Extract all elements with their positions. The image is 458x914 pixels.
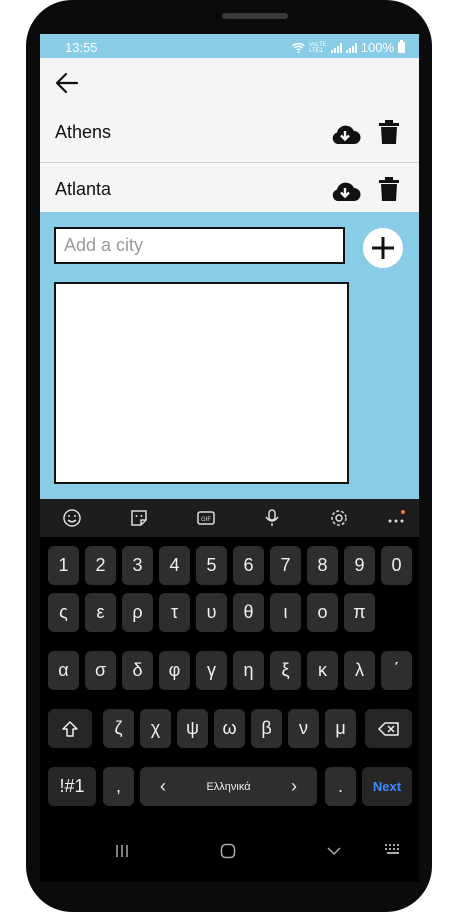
city-row[interactable]: Atlanta — [40, 163, 419, 219]
key[interactable]: λ — [344, 651, 375, 690]
key[interactable]: ε — [85, 593, 116, 632]
navigation-bar — [40, 822, 419, 882]
period-key[interactable]: . — [325, 767, 356, 806]
key[interactable]: ω — [214, 709, 245, 748]
trash-icon[interactable] — [379, 120, 399, 144]
trash-icon[interactable] — [379, 177, 399, 201]
back-arrow-icon[interactable] — [54, 70, 80, 96]
key[interactable]: ο — [307, 593, 338, 632]
status-icons: VoLTE LTE1 100% — [292, 40, 405, 55]
keyboard-toolbar: GIF — [40, 499, 419, 537]
key[interactable]: 7 — [270, 546, 301, 585]
key[interactable]: ΄ — [381, 651, 412, 690]
key[interactable]: τ — [159, 593, 190, 632]
key[interactable]: β — [251, 709, 282, 748]
comma-key[interactable]: , — [103, 767, 134, 806]
key[interactable]: α — [48, 651, 79, 690]
key[interactable]: 3 — [122, 546, 153, 585]
language-label: Ελληνικά — [206, 780, 251, 793]
key[interactable]: 9 — [344, 546, 375, 585]
symbols-key[interactable]: !#1 — [48, 767, 96, 806]
shift-key[interactable] — [48, 709, 92, 748]
signal-icon-2 — [345, 42, 357, 53]
shift-icon — [62, 720, 78, 737]
recent-apps-icon[interactable] — [114, 843, 130, 859]
backspace-icon — [377, 721, 399, 736]
space-key[interactable]: ‹ Ελληνικά › — [140, 767, 317, 806]
keyboard-hide-icon[interactable] — [384, 843, 402, 857]
keyboard: 1 2 3 4 5 6 7 8 9 0 ς ε ρ τ υ θ ι ο π α … — [40, 537, 419, 822]
key[interactable]: 0 — [381, 546, 412, 585]
city-row[interactable]: Athens — [40, 106, 419, 163]
city-name: Atlanta — [55, 179, 112, 199]
add-city-input[interactable] — [54, 227, 345, 264]
right-arrow: › — [291, 776, 297, 796]
key[interactable]: θ — [233, 593, 264, 632]
settings-gear-icon[interactable] — [329, 508, 349, 528]
home-icon[interactable] — [220, 843, 236, 859]
left-arrow: ‹ — [160, 776, 166, 796]
key[interactable]: δ — [122, 651, 153, 690]
key[interactable]: 8 — [307, 546, 338, 585]
key[interactable]: γ — [196, 651, 227, 690]
key[interactable]: 2 — [85, 546, 116, 585]
add-city-button[interactable] — [363, 228, 403, 268]
key[interactable]: μ — [325, 709, 356, 748]
phone-speaker — [222, 13, 288, 19]
key[interactable]: χ — [140, 709, 171, 748]
more-options-icon[interactable] — [386, 508, 406, 528]
key[interactable]: ν — [288, 709, 319, 748]
key[interactable]: π — [344, 593, 375, 632]
key[interactable]: 1 — [48, 546, 79, 585]
key[interactable]: ψ — [177, 709, 208, 748]
lte-label: LTE1 — [309, 47, 324, 54]
backspace-key[interactable] — [365, 709, 412, 748]
key[interactable]: φ — [159, 651, 190, 690]
key[interactable]: 6 — [233, 546, 264, 585]
key[interactable]: ρ — [122, 593, 153, 632]
key[interactable]: σ — [85, 651, 116, 690]
key[interactable]: υ — [196, 593, 227, 632]
back-chevron-icon[interactable] — [326, 843, 342, 859]
app-bar — [40, 58, 419, 106]
key[interactable]: ξ — [270, 651, 301, 690]
wifi-icon — [292, 42, 306, 53]
sticker-icon[interactable] — [129, 508, 149, 528]
key[interactable]: κ — [307, 651, 338, 690]
key[interactable]: 5 — [196, 546, 227, 585]
status-time: 13:55 — [65, 40, 98, 55]
city-text-area[interactable] — [54, 282, 349, 484]
key[interactable]: ζ — [103, 709, 134, 748]
screen: 13:55 VoLTE LTE1 100% Athens Atlanta Add… — [40, 34, 419, 882]
next-key[interactable]: Next — [362, 767, 412, 806]
gif-icon[interactable]: GIF — [196, 508, 216, 528]
key[interactable]: 4 — [159, 546, 190, 585]
key[interactable]: ι — [270, 593, 301, 632]
city-name: Athens — [55, 122, 112, 142]
volte-label: VoLTE — [309, 41, 327, 48]
emoji-icon[interactable] — [62, 508, 82, 528]
battery-percent: 100% — [360, 40, 394, 55]
status-bar: 13:55 VoLTE LTE1 100% — [40, 34, 419, 58]
svg-text:GIF: GIF — [201, 517, 211, 523]
volte-indicator: VoLTE LTE1 — [309, 42, 327, 54]
key[interactable]: η — [233, 651, 264, 690]
cloud-download-icon[interactable] — [329, 122, 361, 146]
key[interactable]: ς — [48, 593, 79, 632]
signal-icon — [330, 42, 342, 53]
battery-icon — [398, 40, 405, 53]
add-city-panel — [40, 212, 419, 499]
cloud-download-icon[interactable] — [329, 179, 361, 203]
microphone-icon[interactable] — [262, 508, 282, 528]
